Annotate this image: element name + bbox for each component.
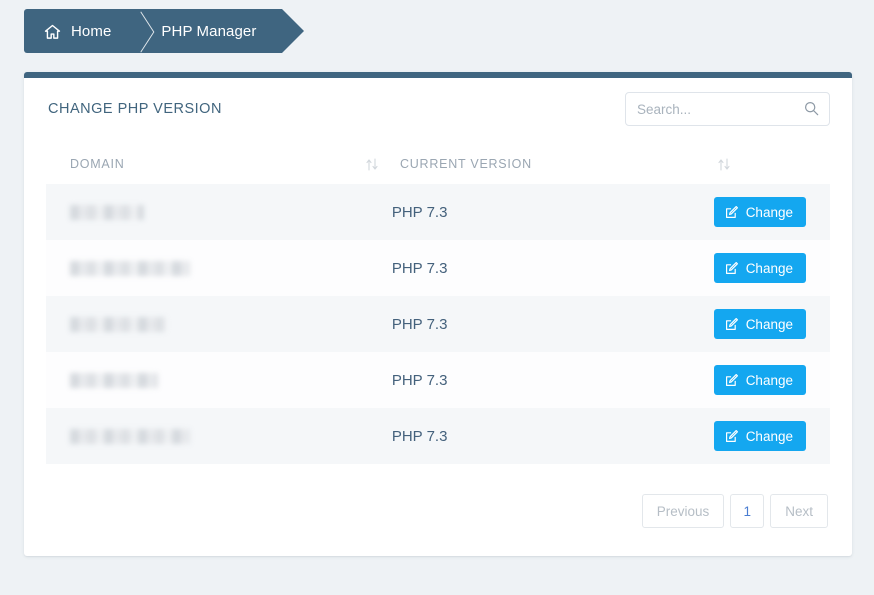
change-php-version-button[interactable]: Change [713,309,806,339]
domain-name-redacted [70,260,190,276]
table-header-row: DOMAIN CURRENT VERSION [46,144,830,184]
column-header-version-label: CURRENT VERSION [400,157,532,171]
table-row: PHP 7.3 Change [46,408,830,464]
breadcrumb-item-home[interactable]: Home [44,9,127,53]
change-button-label: Change [745,372,793,388]
table-body: PHP 7.3 Change PHP 7.3 Change PHP 7.3 Change P… [46,184,830,464]
pagination-page-1-button[interactable]: 1 [730,494,765,528]
domain-name-redacted [70,316,166,332]
breadcrumb-current-label: PHP Manager [161,22,257,40]
cell-domain [70,204,392,220]
edit-icon [725,429,739,443]
cell-action: Change [713,197,806,227]
php-manager-card: CHANGE PHP VERSION DOMAIN [24,72,852,556]
column-header-current-version[interactable]: CURRENT VERSION [400,157,730,171]
edit-icon [725,205,739,219]
column-header-domain[interactable]: DOMAIN [70,157,400,171]
cell-action: Change [713,309,806,339]
change-button-label: Change [745,260,793,276]
change-php-version-button[interactable]: Change [713,253,806,283]
table-row: PHP 7.3 Change [46,352,830,408]
breadcrumb: Home PHP Manager [24,9,305,53]
search-box [625,92,830,126]
sort-icon[interactable] [718,157,730,171]
pagination-next-button[interactable]: Next [770,494,828,528]
change-php-version-button[interactable]: Change [713,365,806,395]
breadcrumb-item-php-manager[interactable]: PHP Manager [157,9,274,53]
cell-action: Change [713,253,806,283]
search-input[interactable] [625,92,830,126]
cell-current-version: PHP 7.3 [391,315,448,333]
cell-domain [70,428,392,444]
change-php-version-button[interactable]: Change [713,421,806,451]
cell-current-version: PHP 7.3 [391,371,448,389]
edit-icon [725,373,739,387]
change-php-version-button[interactable]: Change [713,197,806,227]
domain-name-redacted [70,428,190,444]
change-button-label: Change [745,204,793,220]
change-button-label: Change [745,316,793,332]
php-version-table: DOMAIN CURRENT VERSION PHP 7.3 Change PH… [24,144,852,464]
breadcrumb-bar: Home PHP Manager [24,9,305,53]
change-button-label: Change [745,428,793,444]
cell-domain [70,260,392,276]
card-header: CHANGE PHP VERSION [24,78,852,144]
pagination: Previous 1 Next [24,464,852,528]
home-icon [44,24,61,40]
domain-name-redacted [70,372,158,388]
table-row: PHP 7.3 Change [46,240,830,296]
column-header-domain-label: DOMAIN [70,157,125,171]
breadcrumb-separator-icon [127,9,157,53]
breadcrumb-home-label: Home [71,22,112,40]
domain-name-redacted [70,204,144,220]
cell-action: Change [713,365,806,395]
edit-icon [725,317,739,331]
table-row: PHP 7.3 Change [46,296,830,352]
cell-domain [70,372,392,388]
cell-current-version: PHP 7.3 [391,427,448,445]
sort-icon[interactable] [366,157,378,171]
page-title: CHANGE PHP VERSION [48,101,222,117]
pagination-previous-button[interactable]: Previous [641,494,725,528]
table-row: PHP 7.3 Change [46,184,830,240]
cell-current-version: PHP 7.3 [391,203,448,221]
edit-icon [725,261,739,275]
cell-domain [70,316,392,332]
cell-current-version: PHP 7.3 [391,259,448,277]
cell-action: Change [713,421,806,451]
